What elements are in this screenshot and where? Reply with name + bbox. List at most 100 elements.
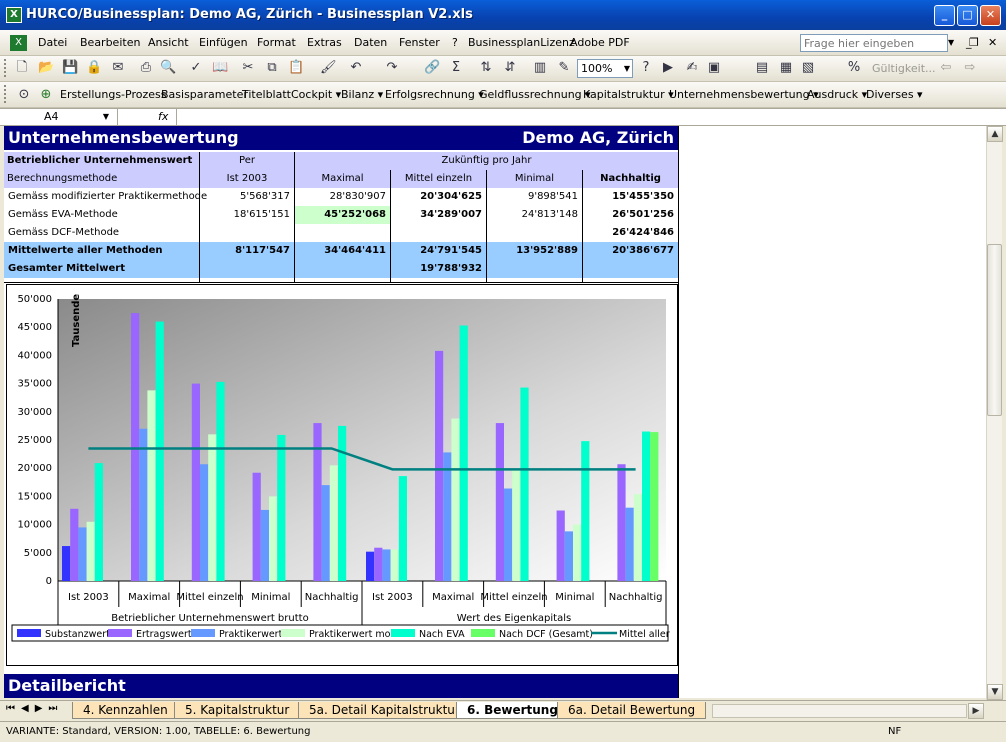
worksheet[interactable]: Unternehmensbewertung Demo AG, Zürich Be…	[4, 126, 986, 698]
nav-basisparameter[interactable]: Basisparameter	[161, 82, 248, 107]
percent-icon[interactable]: %	[846, 60, 862, 76]
chart-area[interactable]: 0 5'000 10'000 15'000 20'000 25'000 30'000 35'0…	[6, 284, 678, 666]
nav-unternehmensbewertung[interactable]: Unternehmensbewertung ▾	[669, 82, 819, 107]
arrow-right-icon[interactable]: ⇨	[962, 60, 978, 76]
bar	[277, 434, 286, 581]
tab-detail-kapitalstruktur[interactable]: 5a. Detail Kapitalstruktur	[298, 702, 471, 719]
paste-icon[interactable]: 📋	[288, 60, 304, 76]
help-icon[interactable]: ?	[638, 60, 654, 76]
nav-ausdruck[interactable]: Ausdruck ▾	[807, 82, 867, 107]
forward-icon[interactable]: ⊕	[38, 87, 54, 103]
print-icon[interactable]: ⎙	[138, 60, 154, 76]
menu-format[interactable]: Format	[257, 30, 296, 55]
menu-bearbeiten[interactable]: Bearbeiten	[80, 30, 140, 55]
research-icon[interactable]: 📖	[212, 60, 228, 76]
run-icon[interactable]: ▶	[660, 60, 676, 76]
header-label-1: Betrieblicher Unternehmenswert	[4, 152, 199, 170]
drawing-icon[interactable]: ✎	[556, 60, 572, 76]
company-name: Demo AG, Zürich	[522, 128, 674, 147]
x-tick-label: Nachhaltig	[305, 592, 359, 603]
y-tick-label: 45'000	[17, 322, 52, 333]
tab-kapitalstruktur[interactable]: 5. Kapitalstruktur	[174, 702, 301, 719]
scroll-up-icon[interactable]: ▲	[987, 126, 1003, 142]
workbook-close-icon[interactable]: ✕	[988, 36, 997, 49]
fx-icon[interactable]: fx	[158, 109, 168, 125]
convert-pdf-icon[interactable]: ▤	[754, 60, 770, 76]
autosum-icon[interactable]: Σ	[448, 60, 464, 76]
legend-label: Substanzwert	[45, 629, 110, 640]
toolbar-grip[interactable]	[4, 59, 7, 77]
help-dropdown-icon[interactable]: ▼	[948, 34, 960, 52]
scroll-right-icon[interactable]: ▶	[968, 703, 984, 719]
horizontal-scrollbar[interactable]	[712, 704, 967, 718]
scroll-down-icon[interactable]: ▼	[987, 684, 1003, 700]
undo-icon[interactable]: ↶	[348, 60, 364, 76]
workbook-icon[interactable]: X	[10, 35, 27, 51]
menu-datei[interactable]: Datei	[38, 30, 67, 55]
nav-kapitalstruktur[interactable]: Kapitalstruktur ▾	[583, 82, 674, 107]
hyperlink-icon[interactable]: 🔗	[424, 60, 440, 76]
menu-help[interactable]: ?	[452, 30, 458, 55]
chart-wizard-icon[interactable]: ▥	[532, 60, 548, 76]
excel-app-icon[interactable]: X	[6, 7, 22, 23]
help-search-input[interactable]	[800, 34, 948, 52]
nav-cockpit[interactable]: Cockpit ▾	[291, 82, 341, 107]
vertical-scrollbar[interactable]: ▲ ▼	[986, 126, 1003, 700]
menu-adobe-pdf[interactable]: Adobe PDF	[570, 30, 630, 55]
save-icon[interactable]: 💾	[62, 60, 78, 76]
avg-min: 13'952'889	[516, 245, 578, 256]
y-tick-label: 20'000	[17, 463, 52, 474]
menu-einfuegen[interactable]: Einfügen	[199, 30, 248, 55]
redo-icon[interactable]: ↷	[384, 60, 400, 76]
new-icon[interactable]: 🗋	[14, 60, 30, 76]
bar	[625, 507, 634, 581]
sort-desc-icon[interactable]: ⇵	[502, 60, 518, 76]
spelling-icon[interactable]: ✓	[188, 60, 204, 76]
open-icon[interactable]: 📂	[38, 60, 54, 76]
pdf-review-icon[interactable]: ▧	[800, 60, 816, 76]
cut-icon[interactable]: ✂	[240, 60, 256, 76]
nav-erstellungs-prozess[interactable]: Erstellungs-Prozess	[60, 82, 166, 107]
nav-bilanz[interactable]: Bilanz ▾	[341, 82, 383, 107]
y-tick-label: 5'000	[24, 548, 52, 559]
pdf-icon[interactable]: ▣	[706, 60, 722, 76]
arrow-left-icon[interactable]: ⇦	[938, 60, 954, 76]
menu-extras[interactable]: Extras	[307, 30, 342, 55]
nav-titelblatt[interactable]: Titelblatt	[242, 82, 291, 107]
workbook-restore-icon[interactable]: ❐	[969, 36, 979, 49]
zoom-select[interactable]: 100% ▼	[577, 59, 633, 78]
y-tick-label: 35'000	[17, 379, 52, 390]
menu-daten[interactable]: Daten	[354, 30, 387, 55]
sort-asc-icon[interactable]: ⇅	[478, 60, 494, 76]
edit-icon[interactable]: ✍	[684, 60, 700, 76]
menu-ansicht[interactable]: Ansicht	[148, 30, 189, 55]
minimize-button[interactable]: _	[934, 5, 955, 26]
nav-erfolgsrechnung[interactable]: Erfolgsrechnung ▾	[385, 82, 484, 107]
grid-line	[390, 242, 391, 278]
print-preview-icon[interactable]: 🔍	[160, 60, 176, 76]
copy-icon[interactable]: ⧉	[264, 60, 280, 76]
convert-pdf-email-icon[interactable]: ▦	[778, 60, 794, 76]
bar	[556, 510, 565, 581]
permission-icon[interactable]: 🔒	[86, 60, 102, 76]
bar	[139, 428, 148, 581]
formula-input[interactable]	[176, 109, 986, 125]
validation-button[interactable]: Gültigkeit...	[872, 62, 936, 75]
name-box[interactable]: A4 ▼	[0, 109, 118, 125]
scroll-thumb[interactable]	[987, 244, 1002, 416]
maximize-button[interactable]: □	[957, 5, 978, 26]
back-icon[interactable]: ⊙	[16, 87, 32, 103]
close-button[interactable]: ✕	[980, 5, 1001, 26]
nav-toolbar-grip[interactable]	[4, 85, 7, 103]
format-painter-icon[interactable]: 🖌	[320, 60, 337, 76]
tab-kennzahlen[interactable]: 4. Kennzahlen	[72, 702, 179, 719]
tab-nav-icons[interactable]: ⏮◀▶⏭	[6, 703, 63, 714]
nav-geldflussrechnung[interactable]: Geldflussrechnung ▾	[479, 82, 591, 107]
tab-bewertung[interactable]: 6. Bewertung	[456, 702, 569, 719]
nav-diverses[interactable]: Diverses ▾	[866, 82, 923, 107]
email-icon[interactable]: ✉	[110, 60, 126, 76]
tab-detail-bewertung[interactable]: 6a. Detail Bewertung	[557, 702, 707, 719]
menu-businessplanlizenz[interactable]: BusinessplanLizenz	[468, 30, 575, 55]
menu-fenster[interactable]: Fenster	[399, 30, 440, 55]
bar	[131, 313, 140, 581]
